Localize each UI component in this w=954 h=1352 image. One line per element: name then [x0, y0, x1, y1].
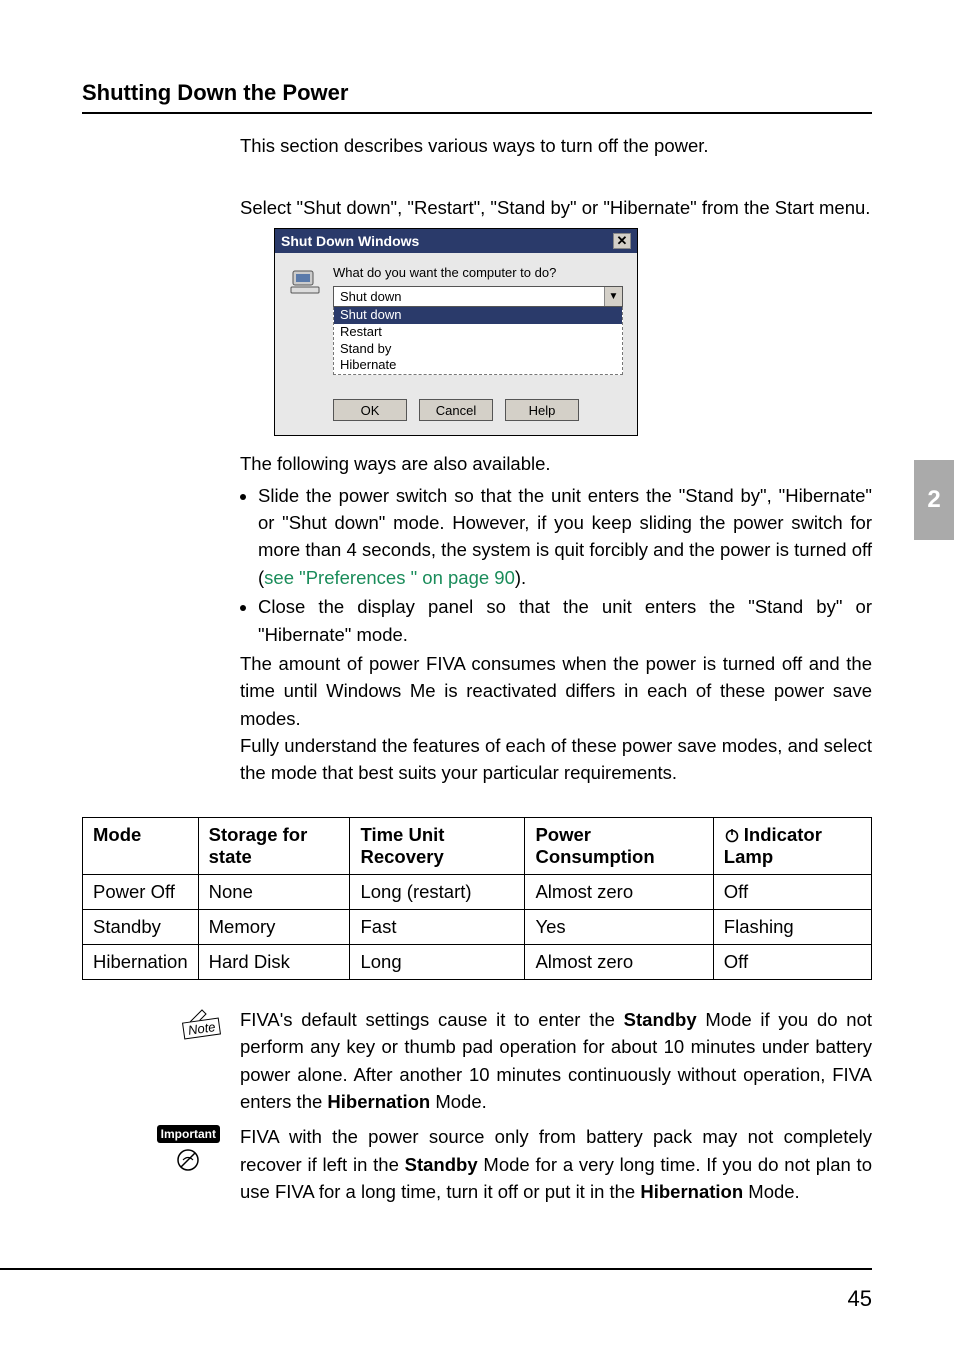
- note-hibernation: Hibernation: [327, 1091, 430, 1112]
- close-icon[interactable]: ✕: [613, 233, 631, 249]
- table-row: Power Off None Long (restart) Almost zer…: [83, 874, 872, 909]
- th-indicator: Indicator Lamp: [713, 817, 871, 874]
- imp-c: Mode.: [743, 1181, 800, 1202]
- cell: Almost zero: [525, 944, 713, 979]
- cell: None: [198, 874, 350, 909]
- fully-paragraph: Fully understand the features of each of…: [240, 732, 872, 787]
- combo-option-hibernate[interactable]: Hibernate: [334, 357, 622, 374]
- cell: Flashing: [713, 909, 871, 944]
- power-modes-table: Mode Storage for state Time Unit Recover…: [82, 817, 872, 980]
- bullet-power-switch: Slide the power switch so that the unit …: [258, 482, 872, 592]
- no-icon: [175, 1147, 201, 1178]
- combo-option-shutdown[interactable]: Shut down: [334, 307, 622, 324]
- ok-button[interactable]: OK: [333, 399, 407, 421]
- important-text: FIVA with the power source only from bat…: [240, 1123, 872, 1205]
- th-power: Power Consumption: [525, 817, 713, 874]
- cell: Off: [713, 944, 871, 979]
- chapter-tab: 2: [914, 460, 954, 540]
- table-row: Hibernation Hard Disk Long Almost zero O…: [83, 944, 872, 979]
- page-number: 45: [848, 1286, 872, 1312]
- note-a: FIVA's default settings cause it to ente…: [240, 1009, 624, 1030]
- cell: Long (restart): [350, 874, 525, 909]
- th-storage: Storage for state: [198, 817, 350, 874]
- bullet1-text-b: ).: [515, 567, 526, 588]
- combo-dropdown-list: Shut down Restart Stand by Hibernate: [333, 307, 623, 376]
- note-text: FIVA's default settings cause it to ente…: [240, 1006, 872, 1116]
- help-button[interactable]: Help: [505, 399, 579, 421]
- shutdown-combobox[interactable]: Shut down ▼: [333, 286, 623, 307]
- th-mode: Mode: [83, 817, 199, 874]
- cell: Memory: [198, 909, 350, 944]
- section-heading: Shutting Down the Power: [82, 80, 872, 114]
- select-paragraph: Select "Shut down", "Restart", "Stand by…: [240, 194, 872, 221]
- imp-hibernation: Hibernation: [640, 1181, 743, 1202]
- cell: Long: [350, 944, 525, 979]
- th-time: Time Unit Recovery: [350, 817, 525, 874]
- intro-paragraph: This section describes various ways to t…: [240, 132, 872, 159]
- cancel-button[interactable]: Cancel: [419, 399, 493, 421]
- footer-rule: [0, 1268, 872, 1270]
- dialog-title: Shut Down Windows: [281, 233, 419, 249]
- bullet-close-display: Close the display panel so that the unit…: [258, 593, 872, 648]
- power-icon: [724, 826, 740, 842]
- combo-option-restart[interactable]: Restart: [334, 324, 622, 341]
- dialog-titlebar: Shut Down Windows ✕: [275, 229, 637, 253]
- combo-selected: Shut down: [334, 287, 604, 306]
- chevron-down-icon[interactable]: ▼: [604, 287, 622, 306]
- table-row: Standby Memory Fast Yes Flashing: [83, 909, 872, 944]
- cell: Fast: [350, 909, 525, 944]
- cell: Hibernation: [83, 944, 199, 979]
- cell: Standby: [83, 909, 199, 944]
- cell: Yes: [525, 909, 713, 944]
- imp-standby: Standby: [405, 1154, 478, 1175]
- important-badge: Important: [157, 1125, 220, 1143]
- amount-paragraph: The amount of power FIVA consumes when t…: [240, 650, 872, 732]
- note-standby: Standby: [624, 1009, 697, 1030]
- preferences-link[interactable]: see "Preferences " on page 90: [264, 567, 515, 588]
- combo-option-standby[interactable]: Stand by: [334, 341, 622, 358]
- note-c: Mode.: [430, 1091, 487, 1112]
- computer-icon: [289, 265, 321, 297]
- dialog-prompt: What do you want the computer to do?: [333, 265, 623, 280]
- cell: Almost zero: [525, 874, 713, 909]
- shutdown-dialog: Shut Down Windows ✕ What do you want the…: [274, 228, 638, 437]
- cell: Off: [713, 874, 871, 909]
- following-paragraph: The following ways are also available.: [240, 450, 872, 477]
- cell: Hard Disk: [198, 944, 350, 979]
- cell: Power Off: [83, 874, 199, 909]
- note-icon: Note: [183, 1008, 220, 1037]
